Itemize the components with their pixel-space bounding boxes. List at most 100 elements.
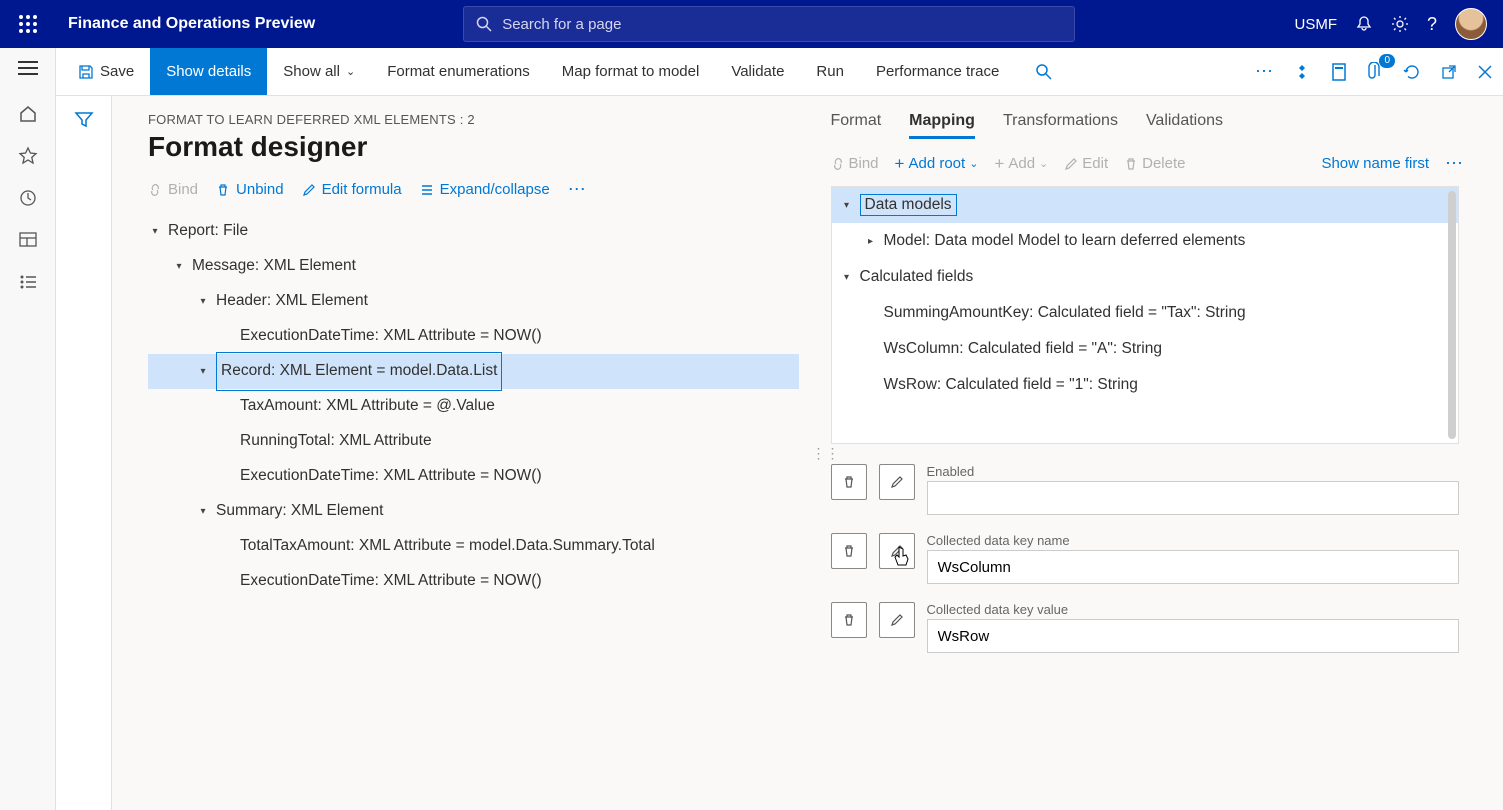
- run-button[interactable]: Run: [800, 48, 860, 95]
- home-icon[interactable]: [18, 104, 38, 124]
- mapping-tree-row[interactable]: ▾Calculated fields: [832, 259, 1459, 295]
- tree-row[interactable]: ▾Report: File: [148, 214, 799, 249]
- mapping-tree-row[interactable]: WsColumn: Calculated field = "A": String: [832, 331, 1459, 367]
- right-more-button[interactable]: ⋯: [1445, 153, 1463, 174]
- show-name-first-button[interactable]: Show name first: [1321, 155, 1429, 172]
- save-button[interactable]: Save: [62, 48, 150, 95]
- user-avatar[interactable]: [1455, 8, 1487, 40]
- key-name-edit-button[interactable]: [879, 533, 915, 569]
- performance-trace-button[interactable]: Performance trace: [860, 48, 1015, 95]
- tree-caret-icon[interactable]: ▾: [148, 221, 162, 243]
- bell-icon[interactable]: [1355, 15, 1373, 33]
- validate-label: Validate: [731, 63, 784, 80]
- tree-caret-icon[interactable]: ▾: [840, 200, 854, 211]
- modules-icon[interactable]: [18, 272, 38, 292]
- tree-row[interactable]: ExecutionDateTime: XML Attribute = NOW(): [148, 564, 799, 599]
- search-toolbar-icon[interactable]: [1025, 48, 1063, 95]
- office-icon[interactable]: [1321, 48, 1357, 95]
- tree-row[interactable]: ▾ Header: XML Element: [148, 284, 799, 319]
- add-label: Add: [1008, 155, 1035, 172]
- app-launcher-icon[interactable]: [8, 15, 48, 33]
- key-name-input[interactable]: [927, 550, 1460, 584]
- company-badge[interactable]: USMF: [1294, 16, 1337, 33]
- close-icon[interactable]: [1467, 48, 1503, 95]
- key-value-input[interactable]: [927, 619, 1460, 653]
- attachments-icon[interactable]: 0: [1357, 48, 1393, 95]
- star-icon[interactable]: [18, 146, 38, 166]
- show-details-button[interactable]: Show details: [150, 48, 267, 95]
- splitter-handle[interactable]: ⋮⋮: [821, 96, 831, 810]
- enabled-input[interactable]: [927, 481, 1460, 515]
- tree-row[interactable]: ▾Summary: XML Element: [148, 494, 799, 529]
- unbind-button[interactable]: Unbind: [216, 181, 284, 198]
- mapping-tree-row[interactable]: ▾ Data models: [832, 187, 1459, 223]
- show-all-button[interactable]: Show all ⌄: [267, 48, 371, 95]
- tree-label: Data models: [860, 194, 957, 216]
- edit-formula-button[interactable]: Edit formula: [302, 181, 402, 198]
- chevron-down-icon: ⌄: [346, 65, 355, 78]
- mapping-tree-row[interactable]: SummingAmountKey: Calculated field = "Ta…: [832, 295, 1459, 331]
- popout-icon[interactable]: [1431, 48, 1467, 95]
- add-root-button[interactable]: +Add root ⌄: [895, 154, 979, 174]
- add-button[interactable]: +Add ⌄: [994, 154, 1048, 174]
- tree-caret-icon[interactable]: ▾: [196, 361, 210, 383]
- mapping-tree-row[interactable]: ▸Model: Data model Model to learn deferr…: [832, 223, 1459, 259]
- tree-label: ExecutionDateTime: XML Attribute = NOW(): [240, 319, 542, 353]
- enabled-delete-button[interactable]: [831, 464, 867, 500]
- format-enumerations-button[interactable]: Format enumerations: [371, 48, 546, 95]
- tree-row[interactable]: RunningTotal: XML Attribute: [148, 424, 799, 459]
- filter-icon[interactable]: [74, 110, 94, 810]
- mapping-tree-row[interactable]: WsRow: Calculated field = "1": String: [832, 367, 1459, 403]
- tab-format[interactable]: Format: [831, 112, 882, 139]
- edit-button[interactable]: Edit: [1064, 155, 1108, 172]
- gear-icon[interactable]: [1391, 15, 1409, 33]
- tree-label: ExecutionDateTime: XML Attribute = NOW(): [240, 564, 542, 598]
- expand-collapse-button[interactable]: Expand/collapse: [420, 181, 550, 198]
- search-icon: [476, 16, 492, 32]
- help-icon[interactable]: ?: [1427, 14, 1437, 35]
- key-value-edit-button[interactable]: [879, 602, 915, 638]
- tree-caret-icon[interactable]: ▾: [196, 501, 210, 523]
- global-search[interactable]: Search for a page: [463, 6, 1075, 42]
- attach-count: 0: [1379, 54, 1395, 68]
- tab-mapping[interactable]: Mapping: [909, 112, 975, 139]
- right-bind-button[interactable]: Bind: [831, 155, 879, 172]
- key-name-delete-button[interactable]: [831, 533, 867, 569]
- tree-row[interactable]: ▾Record: XML Element = model.Data.List: [148, 354, 799, 389]
- app-title: Finance and Operations Preview: [56, 15, 327, 33]
- tree-caret-icon[interactable]: ▾: [196, 291, 210, 313]
- tab-validations[interactable]: Validations: [1146, 112, 1223, 139]
- hamburger-icon[interactable]: [18, 60, 38, 76]
- more-icon[interactable]: ⋯: [1245, 48, 1283, 95]
- show-name-first-label: Show name first: [1321, 155, 1429, 172]
- filter-column: [56, 96, 112, 810]
- enabled-edit-button[interactable]: [879, 464, 915, 500]
- recent-icon[interactable]: [18, 188, 38, 208]
- map-format-button[interactable]: Map format to model: [546, 48, 716, 95]
- options-icon[interactable]: [1283, 48, 1321, 95]
- delete-button[interactable]: Delete: [1124, 155, 1185, 172]
- validate-button[interactable]: Validate: [715, 48, 800, 95]
- tree-caret-icon[interactable]: ▸: [864, 236, 878, 247]
- search-placeholder: Search for a page: [502, 16, 621, 33]
- expand-label: Expand/collapse: [440, 181, 550, 198]
- tree-row[interactable]: ▾Message: XML Element: [148, 249, 799, 284]
- tree-label: Header: XML Element: [216, 284, 368, 318]
- add-root-label: Add root: [908, 155, 965, 172]
- page-title: Format designer: [148, 131, 799, 163]
- refresh-icon[interactable]: [1393, 48, 1431, 95]
- tree-caret-icon[interactable]: ▾: [840, 272, 854, 283]
- key-value-delete-button[interactable]: [831, 602, 867, 638]
- tree-caret-icon[interactable]: ▾: [172, 256, 186, 278]
- more-actions-button[interactable]: ⋯: [568, 179, 586, 200]
- perf-trace-label: Performance trace: [876, 63, 999, 80]
- tab-transformations[interactable]: Transformations: [1003, 112, 1118, 139]
- workspace-icon[interactable]: [18, 230, 38, 250]
- bind-button[interactable]: Bind: [148, 181, 198, 198]
- tree-row[interactable]: ExecutionDateTime: XML Attribute = NOW(): [148, 459, 799, 494]
- tree-row[interactable]: TaxAmount: XML Attribute = @.Value: [148, 389, 799, 424]
- breadcrumb: FORMAT TO LEARN DEFERRED XML ELEMENTS : …: [148, 112, 799, 127]
- show-all-label: Show all: [283, 63, 340, 80]
- tree-row[interactable]: ExecutionDateTime: XML Attribute = NOW(): [148, 319, 799, 354]
- tree-row[interactable]: TotalTaxAmount: XML Attribute = model.Da…: [148, 529, 799, 564]
